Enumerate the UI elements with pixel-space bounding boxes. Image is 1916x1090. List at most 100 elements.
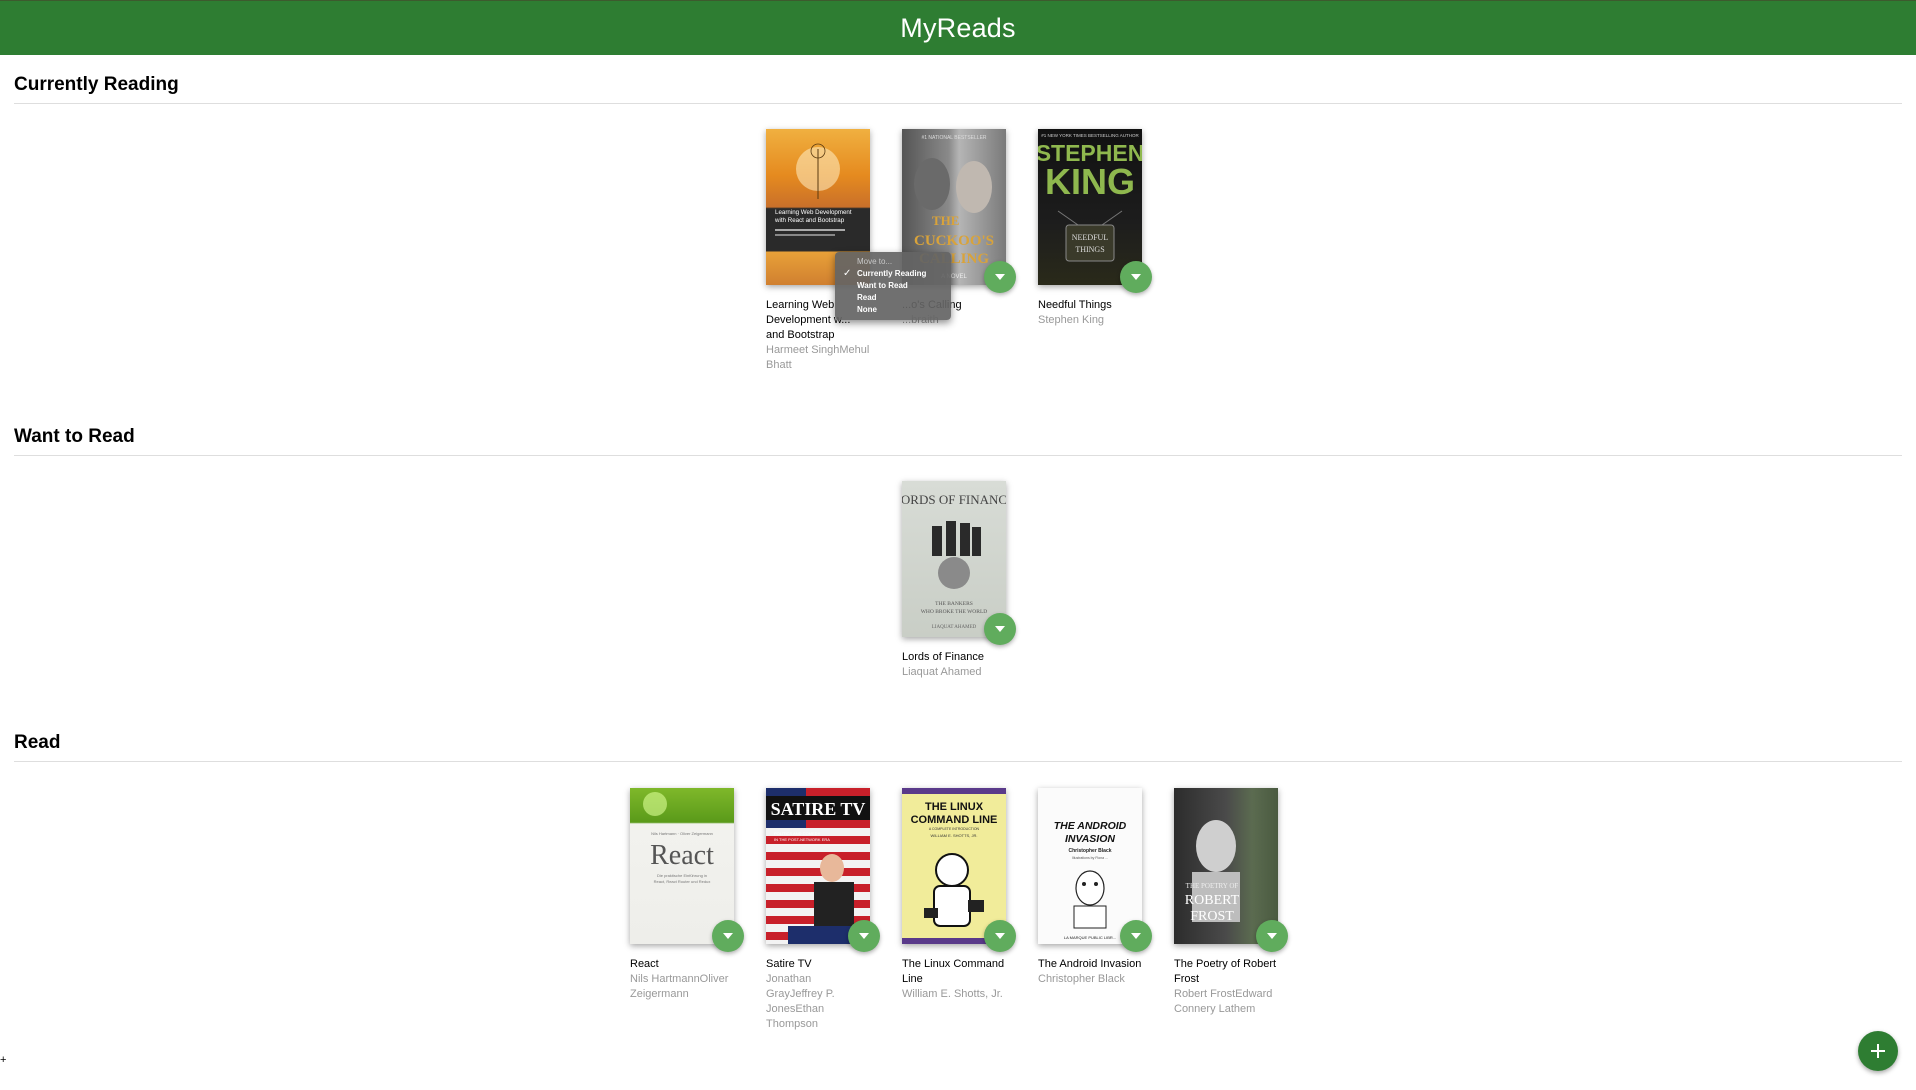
move-to-menu[interactable]: Move to... ✓ Currently Reading Want to R… (835, 252, 951, 320)
shelf-want-to-read: Want to Read (14, 426, 1902, 456)
book-cover[interactable]: LORDS OF FINANCE THE BANKERS WHO BROKE T… (902, 481, 1006, 637)
menu-option-none[interactable]: None (835, 304, 951, 316)
app-title: MyReads (900, 12, 1016, 43)
cover-text: NEEDFUL (1072, 233, 1109, 242)
book-authors: Liaquat Ahamed (902, 666, 982, 678)
cover-art: Nils Hartmann · Oliver Zeigermann React … (643, 792, 714, 884)
book-authors: Christopher Black (1038, 973, 1125, 985)
arrow-drop-down-icon (1131, 274, 1141, 280)
book-cover[interactable]: #1 NEW YORK TIMES BESTSELLING AUTHOR STE… (1038, 129, 1142, 285)
cover-art: THE POETRY OF ROBERT FROST (1185, 820, 1240, 924)
book-cover[interactable]: THE POETRY OF ROBERT FROST (1174, 788, 1278, 944)
cover-art: SATIRE TV POLITICS AND COMEDY IN THE POS… (766, 788, 870, 944)
shelf-title: Currently Reading (14, 74, 1902, 104)
cover-text: IN THE POST-NETWORK ERA (774, 837, 830, 842)
menu-header: Move to... (857, 257, 893, 266)
plus-icon (1871, 1044, 1885, 1058)
shelf-title: Want to Read (14, 426, 1902, 456)
shelf-changer-button[interactable] (984, 261, 1016, 293)
book-authors: William E. Shotts, Jr. (902, 988, 1003, 1000)
book-needful-things: #1 NEW YORK TIMES BESTSELLING AUTHOR STE… (1038, 129, 1152, 328)
cover-text: WHO BROKE THE WORLD (921, 609, 988, 615)
book-learning-web-development: Learning Web Development with React and … (766, 129, 870, 373)
book-authors: Jonathan GrayJeffrey P. JonesEthan Thomp… (766, 973, 835, 1030)
book-the-linux-command-line: THE LINUX COMMAND LINE A COMPLETE INTROD… (902, 788, 1016, 1002)
arrow-drop-down-icon (1267, 933, 1277, 939)
book-lords-of-finance: LORDS OF FINANCE THE BANKERS WHO BROKE T… (902, 481, 1016, 680)
cover-text: THE BANKERS (935, 601, 973, 607)
cover-text: FROST (1190, 909, 1234, 924)
menu-option-currently-reading[interactable]: ✓ Currently Reading (835, 268, 951, 280)
menu-option-label: Currently Reading (857, 269, 927, 278)
cover-text: WILLIAM E. SHOTTS, JR. (931, 833, 978, 838)
cover-text: INVASION (1065, 833, 1115, 845)
shelf-title: Read (14, 732, 1902, 762)
book-title: The Android Invasion (1038, 958, 1142, 970)
book-react: Nils Hartmann · Oliver Zeigermann React … (630, 788, 744, 1002)
menu-option-label: Want to Read (857, 281, 908, 290)
shelf-changer-button[interactable] (1120, 920, 1152, 952)
book-title: Needful Things (1038, 299, 1112, 311)
book-satire-tv: SATIRE TV POLITICS AND COMEDY IN THE POS… (766, 788, 880, 1032)
shelf-changer-button[interactable] (984, 613, 1016, 645)
menu-option-label: None (857, 305, 877, 314)
menu-option-want-to-read[interactable]: Want to Read (835, 280, 951, 292)
book-authors: Nils HartmannOliver Zeigermann (630, 973, 729, 1000)
cover-text: LORDS OF FINANCE (902, 492, 1006, 507)
shelf-changer-button[interactable] (1120, 261, 1152, 293)
cover-text: LIAQUAT AHAMED (932, 625, 977, 630)
book-cover[interactable]: SATIRE TV POLITICS AND COMEDY IN THE POS… (766, 788, 870, 944)
book-cover[interactable]: Nils Hartmann · Oliver Zeigermann React … (630, 788, 734, 944)
book-title: The Linux Command Line (902, 958, 1005, 985)
arrow-drop-down-icon (995, 274, 1005, 280)
cover-text: POLITICS AND COMEDY (774, 831, 821, 836)
book-title: The Poetry of Robert Frost (1174, 958, 1277, 985)
cover-art: THE LINUX COMMAND LINE A COMPLETE INTROD… (902, 788, 1006, 944)
cover-text: A COMPLETE INTRODUCTION (929, 827, 980, 831)
book-cover[interactable]: THE ANDROID INVASION Christopher Black I… (1038, 788, 1142, 944)
shelf-changer-button[interactable] (1256, 920, 1288, 952)
cover-text: THE (932, 213, 959, 228)
cover-text: THINGS (1075, 245, 1104, 254)
cover-text: THE POETRY OF (1186, 882, 1239, 890)
shelf-changer-button[interactable] (984, 920, 1016, 952)
book-title: Lords of Finance (902, 651, 984, 663)
cover-text: #1 NEW YORK TIMES BESTSELLING AUTHOR (1041, 133, 1139, 138)
cover-text: Illustrations by Fiona ... (1072, 856, 1108, 860)
cover-text: #1 NATIONAL BESTSELLER (921, 135, 986, 141)
arrow-drop-down-icon (1131, 933, 1141, 939)
cover-text: COMMAND LINE (911, 814, 998, 826)
cover-text: THE LINUX (925, 801, 984, 813)
arrow-drop-down-icon (995, 933, 1005, 939)
check-icon: ✓ (843, 268, 852, 279)
shelf-read: Read (14, 732, 1902, 762)
cover-text: Learning Web Development (775, 209, 852, 216)
cursor-crosshair: + (0, 1054, 7, 1066)
cover-text: Die praktische Einführung in (657, 873, 707, 878)
app-header: MyReads (0, 0, 1916, 55)
add-book-button[interactable] (1858, 1031, 1898, 1071)
shelf-currently-reading: Currently Reading (14, 74, 1902, 104)
cover-text: ROBERT (1185, 893, 1240, 908)
cover-text: THE ANDROID (1054, 820, 1127, 832)
book-title: Satire TV (766, 958, 812, 970)
menu-option-read[interactable]: Read (835, 292, 951, 304)
cover-text: CUCKOO'S (914, 233, 994, 249)
book-the-android-invasion: THE ANDROID INVASION Christopher Black I… (1038, 788, 1152, 987)
cover-art: THE ANDROID INVASION Christopher Black I… (1054, 820, 1127, 940)
cover-text: with React and Bootstrap (774, 217, 845, 224)
book-authors: Harmeet SinghMehul Bhatt (766, 344, 870, 371)
cover-text: React, React Router und Redux (654, 879, 711, 884)
shelf-changer-button[interactable] (712, 920, 744, 952)
book-authors: Stephen King (1038, 314, 1105, 326)
arrow-drop-down-icon (995, 626, 1005, 632)
book-cover[interactable]: THE LINUX COMMAND LINE A COMPLETE INTROD… (902, 788, 1006, 944)
cover-art: LORDS OF FINANCE THE BANKERS WHO BROKE T… (902, 492, 1006, 630)
arrow-drop-down-icon (723, 933, 733, 939)
book-the-poetry-of-robert-frost: THE POETRY OF ROBERT FROST The Poetry of… (1174, 788, 1288, 1017)
book-title: React (630, 958, 659, 970)
cover-text: KING (1045, 161, 1135, 202)
shelf-changer-button[interactable] (848, 920, 880, 952)
cover-text: LA MARQUE PUBLIC LIBR... (1064, 935, 1116, 940)
arrow-drop-down-icon (859, 933, 869, 939)
